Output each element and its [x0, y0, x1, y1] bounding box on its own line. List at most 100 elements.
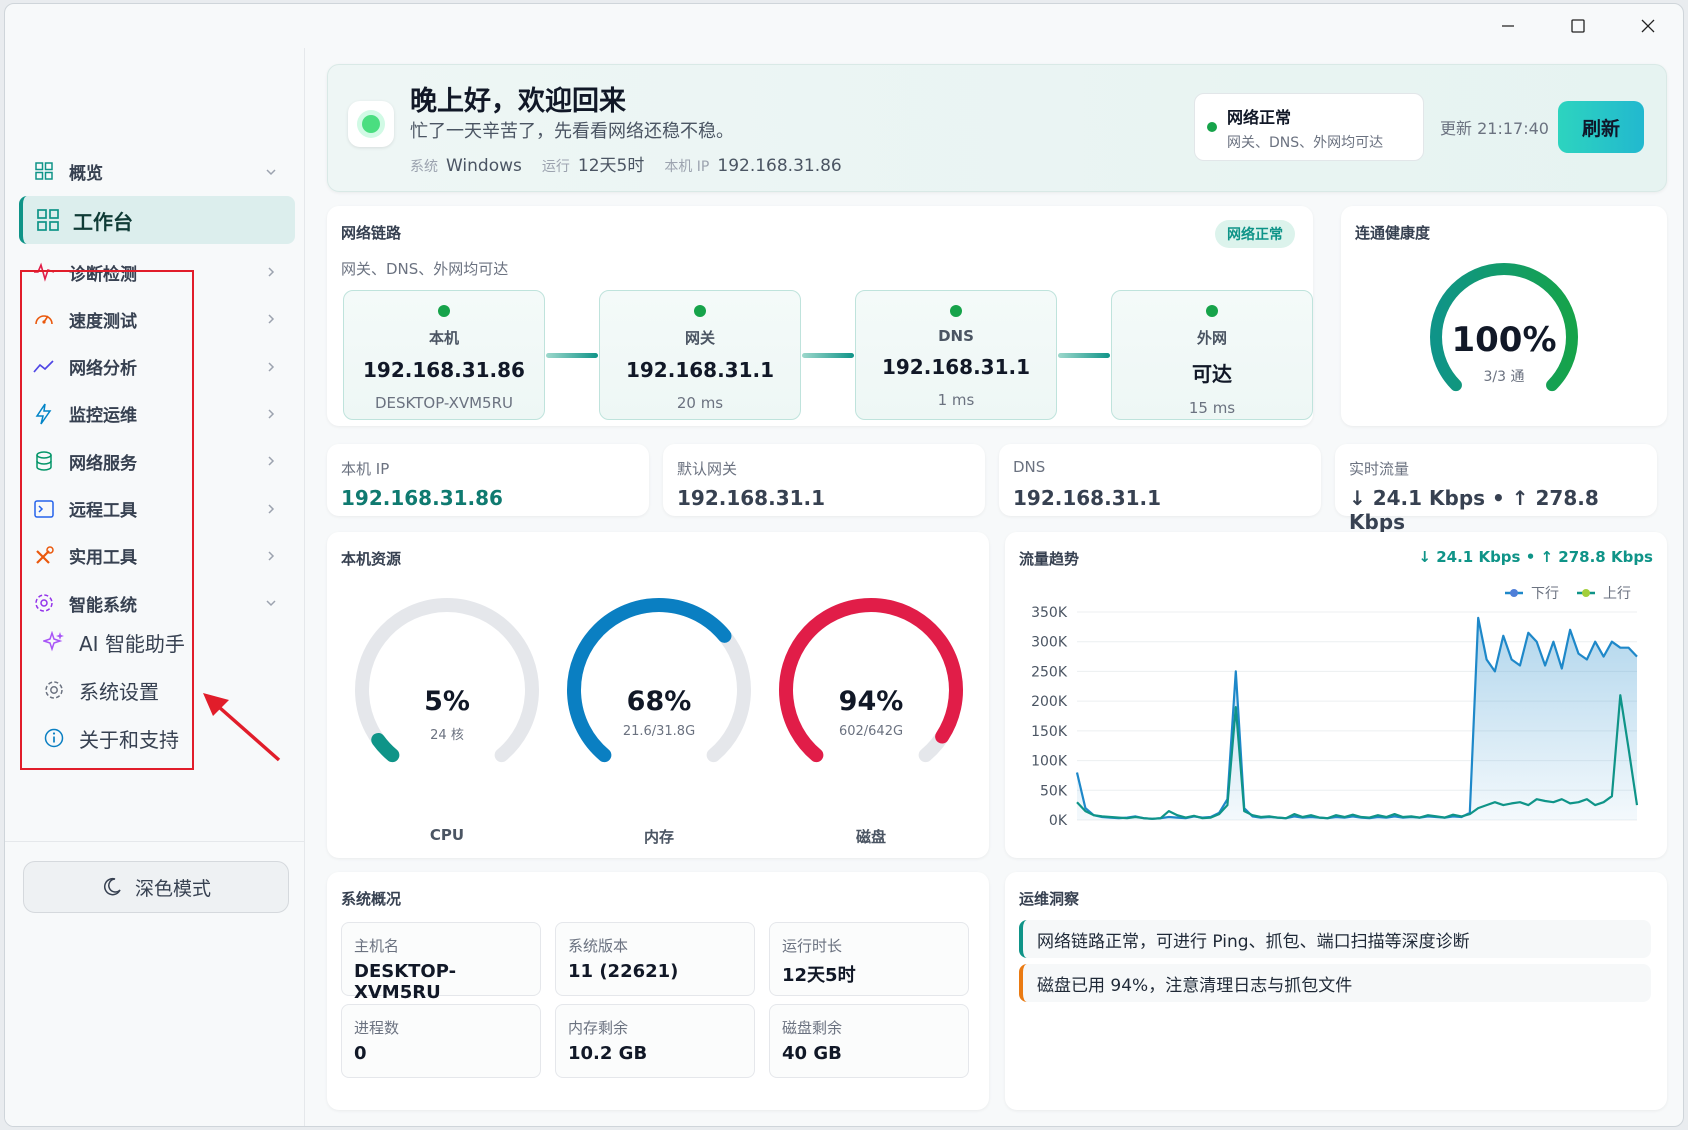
- chevron-down-icon: [266, 600, 276, 607]
- insights-title: 运维洞察: [1019, 890, 1080, 908]
- sysinfo-item: 内存剩余 10.2 GB: [555, 1004, 755, 1078]
- chevron-right-icon: [268, 267, 275, 277]
- traffic-card: 流量趋势 ↓ 24.1 Kbps • ↑ 278.8 Kbps 350K 300K…: [1005, 532, 1667, 858]
- legend-marker: [1510, 589, 1518, 597]
- insight-item[interactable]: 网络链路正常，可进行 Ping、抓包、端口扫描等深度诊断: [1019, 920, 1651, 958]
- health-title: 连通健康度: [1355, 224, 1431, 242]
- legend-marker: [1582, 589, 1590, 597]
- series-area-下行: [1077, 617, 1637, 820]
- node-status-dot: [950, 305, 962, 317]
- chain-node[interactable]: 网关 192.168.31.1 20 ms: [599, 290, 801, 420]
- node-value: 可达: [1192, 362, 1232, 386]
- app-window: 概览 工作台 诊断检测 速度测试 网络分析 监控运维 网络服务 远程工具 实用工具 智能系统 …: [4, 3, 1684, 1127]
- node-label: 本机: [428, 329, 459, 347]
- node-sub: 1 ms: [937, 391, 975, 409]
- sysinfo-item: 系统版本 11 (22621): [555, 922, 755, 996]
- chain-node[interactable]: DNS 192.168.31.1 1 ms: [855, 290, 1057, 420]
- sysinfo-value: 40 GB: [782, 1043, 842, 1064]
- sidebar-item-workbench-label: 工作台: [73, 209, 133, 234]
- gauge-label: 内存: [643, 828, 674, 846]
- chevron-right-icon: [268, 503, 275, 514]
- chain-node[interactable]: 本机 192.168.31.86 DESKTOP-XVM5RU: [343, 290, 545, 420]
- refresh-button[interactable]: 刷新: [1558, 101, 1644, 153]
- chain-link: [1058, 353, 1110, 358]
- chain-link: [546, 353, 598, 358]
- sysinfo-item: 主机名 DESKTOP-XVM5RU: [341, 922, 541, 1003]
- moon-icon: [104, 877, 121, 896]
- gauge-sub: 24 核: [430, 728, 464, 743]
- traffic-chart: 350K 300K 250K 200K 150K 100K 50K 0K 下行 上行: [1031, 586, 1639, 829]
- chevron-right-icon: [268, 409, 275, 419]
- status-sub: 网关、DNS、外网均可达: [1227, 135, 1384, 151]
- sysinfo-value: 10.2 GB: [568, 1043, 648, 1064]
- annotation-arrow-icon: [203, 693, 281, 762]
- y-tick-label: 100K: [1031, 754, 1068, 770]
- uptime-label: 运行: [541, 159, 570, 175]
- stat-value: 192.168.31.1: [677, 486, 826, 510]
- chevron-right-icon: [268, 362, 275, 372]
- stat-card: 实时流量 ↓ 24.1 Kbps • ↑ 278.8 Kbps: [1335, 444, 1657, 534]
- node-value: 192.168.31.86: [363, 358, 525, 382]
- status-light-icon: [348, 101, 394, 147]
- sidebar-group-overview-label: 概览: [69, 163, 103, 184]
- dark-mode-label: 深色模式: [134, 877, 211, 900]
- network-status-pill: 网络正常 网关、DNS、外网均可达: [1194, 93, 1424, 161]
- insight-item[interactable]: 磁盘已用 94%，注意清理日志与抓包文件: [1019, 964, 1651, 1002]
- grid-icon: [37, 209, 59, 231]
- hero-banner: 晚上好，欢迎回来 忙了一天辛苦了，先看看网络还稳不稳。 系统 Windows 运…: [327, 64, 1667, 192]
- close-icon: [1641, 19, 1655, 33]
- greeting-title: 晚上好，欢迎回来: [410, 86, 626, 117]
- grid-icon: [33, 160, 55, 182]
- sysinfo-value: DESKTOP-XVM5RU: [354, 961, 457, 1003]
- status-title: 网络正常: [1227, 108, 1292, 127]
- minimize-button[interactable]: [1473, 4, 1543, 48]
- close-button[interactable]: [1613, 4, 1683, 48]
- y-tick-label: 300K: [1031, 635, 1068, 651]
- sysinfo-title: 系统概况: [341, 890, 402, 908]
- node-status-dot: [438, 305, 450, 317]
- dark-mode-button[interactable]: 深色模式: [23, 861, 289, 913]
- sysinfo-value: 11 (22621): [568, 961, 679, 982]
- y-tick-label: 250K: [1031, 664, 1068, 680]
- maximize-button[interactable]: [1543, 4, 1613, 48]
- ip-label: 本机 IP: [664, 159, 710, 175]
- health-sub: 3/3 通: [1483, 369, 1525, 385]
- node-label: 外网: [1196, 329, 1227, 347]
- sidebar-item-workbench[interactable]: 工作台: [19, 196, 295, 244]
- chevron-right-icon: [268, 456, 275, 466]
- sysinfo-key: 主机名: [354, 937, 400, 955]
- legend-label[interactable]: 上行: [1603, 586, 1631, 602]
- sidebar-group-overview[interactable]: 概览: [19, 150, 295, 192]
- node-label: DNS: [938, 327, 974, 345]
- sysinfo-item: 运行时长 12天5时: [769, 922, 969, 996]
- sysinfo-key: 系统版本: [568, 937, 629, 955]
- node-sub: DESKTOP-XVM5RU: [375, 394, 513, 412]
- gauge-sub: 21.6/31.8G: [622, 724, 696, 739]
- sysinfo-key: 内存剩余: [568, 1019, 629, 1037]
- stat-card: DNS 192.168.31.1: [999, 444, 1321, 516]
- sysinfo-value: 12天5时: [782, 965, 856, 986]
- y-tick-label: 150K: [1031, 724, 1068, 740]
- node-value: 192.168.31.1: [625, 358, 775, 382]
- os-value: Windows: [446, 156, 522, 176]
- chevron-down-icon: [266, 169, 276, 176]
- gauge-sub: 602/642G: [838, 724, 904, 739]
- minimize-icon: [1502, 25, 1514, 27]
- stat-value: 192.168.31.1: [1013, 486, 1162, 510]
- sysinfo-item: 进程数 0: [341, 1004, 541, 1078]
- stat-card: 本机 IP 192.168.31.86: [327, 444, 649, 516]
- stat-key: 本机 IP: [341, 460, 390, 478]
- gauge-percent: 5%: [424, 686, 470, 717]
- gauge-percent: 68%: [626, 686, 692, 717]
- updated-time: 更新 21:17:40: [1440, 119, 1549, 138]
- legend-label[interactable]: 下行: [1531, 586, 1559, 602]
- chevron-right-icon: [268, 314, 275, 324]
- node-sub: 20 ms: [676, 394, 724, 412]
- chain-status-badge: 网络正常: [1215, 220, 1295, 248]
- node-sub: 15 ms: [1188, 399, 1236, 417]
- greeting-subtitle: 忙了一天辛苦了，先看看网络还稳不稳。: [410, 121, 734, 142]
- health-percent: 100%: [1451, 320, 1557, 360]
- chain-node[interactable]: 外网可达 15 ms: [1111, 290, 1313, 420]
- system-meta: 系统 Windows 运行 12天5时 本机 IP 192.168.31.86: [410, 151, 842, 176]
- node-status-dot: [694, 305, 706, 317]
